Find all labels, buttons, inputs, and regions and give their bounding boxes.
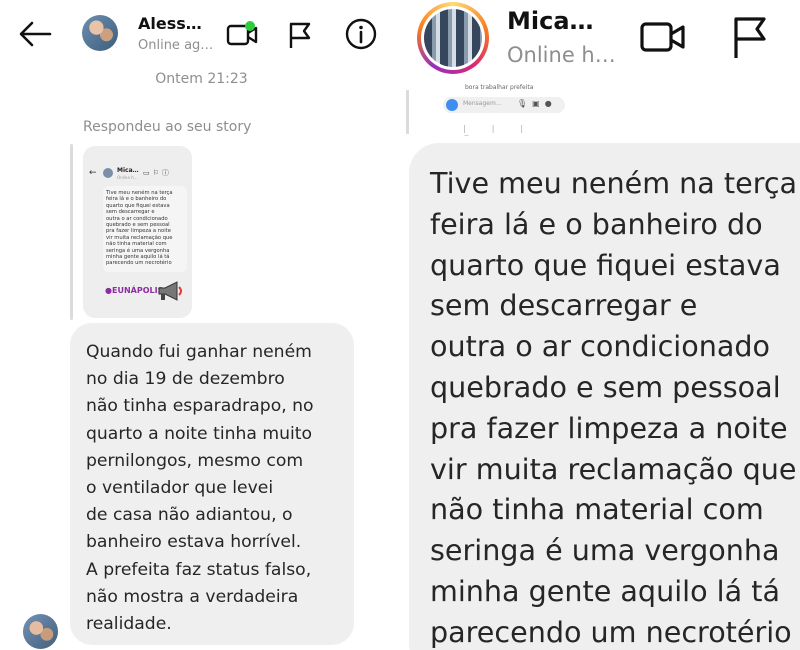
story-message-bubble: Tive meu neném na terça feira lá e o ban… [103,186,187,272]
back-arrow-icon[interactable] [18,20,52,48]
story-avatar [103,168,113,178]
reply-quote-bar [70,144,73,320]
video-call-icon[interactable] [639,16,687,58]
right-chat-panel: Mica… Online h… bora trabalhar prefeita … [403,0,800,650]
message-input-preview: Mensagem… 🎙▣● [443,97,565,113]
story-contact-status: Online h… [117,175,138,180]
contact-name[interactable]: Aless… [138,14,202,33]
input-action-icons: 🎙▣● [517,99,557,108]
sender-avatar[interactable] [23,614,58,649]
message-bubble[interactable]: Tive meu neném na terça feira lá e o ban… [409,143,800,650]
message-text: Tive meu neném na terça feira lá e o ban… [430,166,798,649]
video-call-icon[interactable] [226,20,260,50]
story-back-arrow-icon: ← [89,168,97,178]
reply-quote-bar [406,90,409,134]
message-bubble[interactable]: Quando fui ganhar neném no dia 19 de dez… [70,323,354,645]
message-text: Quando fui ganhar neném no dia 19 de dez… [86,342,314,635]
story-preview[interactable]: ← Mica… Online h… ▭⚐ⓘ Tive meu neném na … [83,146,192,318]
nav-bar-icons: |||○‹ [463,124,550,136]
contact-status: Online h… [507,43,616,67]
info-icon[interactable] [344,17,378,51]
message-input-placeholder: Mensagem… [463,100,502,107]
contact-avatar [424,9,482,67]
megaphone-icon [158,281,182,301]
story-ring[interactable] [417,2,489,74]
camera-icon [446,99,458,111]
message-timestamp: Ontem 21:23 [155,71,248,87]
story-reply-label: Respondeu ao seu story [83,119,252,135]
flag-icon[interactable] [731,14,771,60]
left-chat-panel: Aless… Online ag… Ontem 21:23 Respondeu … [0,0,403,650]
contact-status: Online ag… [138,38,214,53]
screenshot-thumbnail[interactable]: bora trabalhar prefeita Mensagem… 🎙▣● ||… [441,84,569,136]
story-contact-name: Mica… [117,167,139,174]
story-message-text: Tive meu neném na terça feira lá e o ban… [106,190,173,267]
previous-message-snippet: bora trabalhar prefeita [465,84,534,91]
contact-avatar[interactable] [82,15,118,51]
story-header-icons: ▭⚐ⓘ [143,169,172,177]
flag-icon[interactable] [287,20,315,50]
contact-name[interactable]: Mica… [507,7,594,35]
